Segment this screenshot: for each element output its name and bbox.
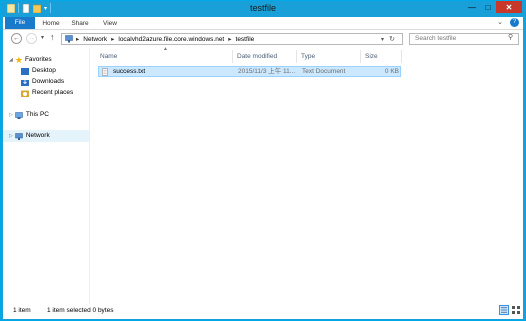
explorer-window: ▾ testfile — □ ✕ File Home Share View ⌄ … bbox=[0, 0, 526, 321]
ribbon-tabs: File Home Share View ⌄ ? bbox=[3, 17, 523, 30]
close-button[interactable]: ✕ bbox=[496, 1, 522, 13]
sidebar-item-label: Favorites bbox=[24, 56, 52, 63]
desktop-icon bbox=[21, 67, 29, 75]
network-icon bbox=[15, 132, 23, 140]
sidebar-item-label: Desktop bbox=[32, 67, 56, 74]
minimize-button[interactable]: — bbox=[464, 1, 480, 13]
collapse-arrow-icon[interactable]: ◢ bbox=[9, 55, 13, 65]
file-date: 2015/11/3 上午 11... bbox=[238, 68, 296, 75]
up-button[interactable]: ↑ bbox=[50, 32, 55, 42]
column-header-date[interactable]: Date modified bbox=[233, 50, 297, 63]
refresh-icon[interactable]: ↻ bbox=[389, 35, 395, 43]
expand-ribbon-icon[interactable]: ⌄ bbox=[497, 18, 503, 26]
recent-locations-icon[interactable]: ▾ bbox=[41, 34, 44, 41]
star-icon: ★ bbox=[14, 55, 23, 65]
network-icon bbox=[65, 35, 73, 43]
expand-arrow-icon[interactable]: ▷ bbox=[9, 131, 13, 141]
status-item-count: 1 item bbox=[13, 307, 31, 314]
sidebar-item-desktop[interactable]: Desktop bbox=[21, 66, 56, 76]
tab-file[interactable]: File bbox=[5, 17, 35, 29]
table-row[interactable]: success.txt 2015/11/3 上午 11... Text Docu… bbox=[98, 66, 401, 77]
window-controls: — □ ✕ bbox=[464, 1, 522, 13]
sidebar-item-recent-places[interactable]: Recent places bbox=[21, 88, 73, 98]
address-bar-row: ← → ▾ ↑ ▸ Network ▸ localvhd2azure.file.… bbox=[3, 30, 523, 48]
details-view-icon bbox=[501, 307, 507, 313]
search-icon: ⚲ bbox=[508, 34, 514, 41]
breadcrumb-network[interactable]: Network bbox=[83, 36, 107, 43]
back-button[interactable]: ← bbox=[11, 33, 22, 44]
address-dropdown-icon[interactable]: ▾ bbox=[381, 36, 384, 43]
expand-arrow-icon[interactable]: ▷ bbox=[9, 110, 13, 120]
sidebar-item-label: Downloads bbox=[32, 78, 65, 85]
tab-share[interactable]: Share bbox=[69, 18, 91, 29]
sidebar-item-network[interactable]: ▷ Network bbox=[9, 131, 50, 141]
sidebar-item-downloads[interactable]: Downloads bbox=[21, 77, 64, 87]
file-type: Text Document bbox=[302, 68, 346, 75]
sidebar-item-label: Network bbox=[25, 132, 50, 139]
sidebar-item-label: Recent places bbox=[32, 89, 74, 96]
sidebar-item-label: This PC bbox=[25, 111, 49, 118]
title-bar: ▾ testfile — □ ✕ bbox=[1, 1, 525, 17]
recent-places-icon bbox=[21, 90, 29, 97]
status-selection: 1 item selected 0 bytes bbox=[47, 307, 114, 314]
breadcrumb-share[interactable]: localvhd2azure.file.core.windows.net bbox=[118, 36, 224, 43]
tab-view[interactable]: View bbox=[101, 18, 119, 29]
file-size: 0 KB bbox=[384, 68, 399, 75]
column-header-size[interactable]: Size bbox=[361, 50, 402, 63]
help-icon[interactable]: ? bbox=[510, 18, 519, 27]
sidebar-item-this-pc[interactable]: ▷ This PC bbox=[9, 110, 49, 120]
column-header-name[interactable]: Name bbox=[96, 50, 233, 63]
forward-button[interactable]: → bbox=[26, 33, 37, 44]
sidebar-item-favorites[interactable]: ◢ ★ Favorites bbox=[9, 55, 52, 65]
details-view-button[interactable] bbox=[499, 305, 509, 315]
text-file-icon bbox=[102, 67, 108, 76]
column-header-type[interactable]: Type bbox=[297, 50, 361, 63]
navigation-pane: ◢ ★ Favorites Desktop Downloads Recent p… bbox=[3, 48, 90, 304]
computer-icon bbox=[15, 111, 23, 119]
large-icons-view-icon bbox=[512, 306, 520, 314]
search-input[interactable]: Search testfile bbox=[409, 33, 519, 45]
breadcrumb-folder[interactable]: testfile bbox=[236, 36, 255, 43]
tab-home[interactable]: Home bbox=[41, 18, 61, 29]
large-icons-view-button[interactable] bbox=[511, 305, 521, 315]
maximize-button[interactable]: □ bbox=[480, 1, 496, 13]
downloads-icon bbox=[21, 78, 29, 86]
status-bar: 1 item 1 item selected 0 bytes bbox=[3, 304, 523, 319]
file-list: ▲ Name Date modified Type Size success.t… bbox=[90, 46, 523, 304]
address-bar[interactable]: ▸ Network ▸ localvhd2azure.file.core.win… bbox=[61, 33, 403, 45]
file-name: success.txt bbox=[113, 68, 146, 75]
window-title: testfile bbox=[249, 3, 276, 13]
